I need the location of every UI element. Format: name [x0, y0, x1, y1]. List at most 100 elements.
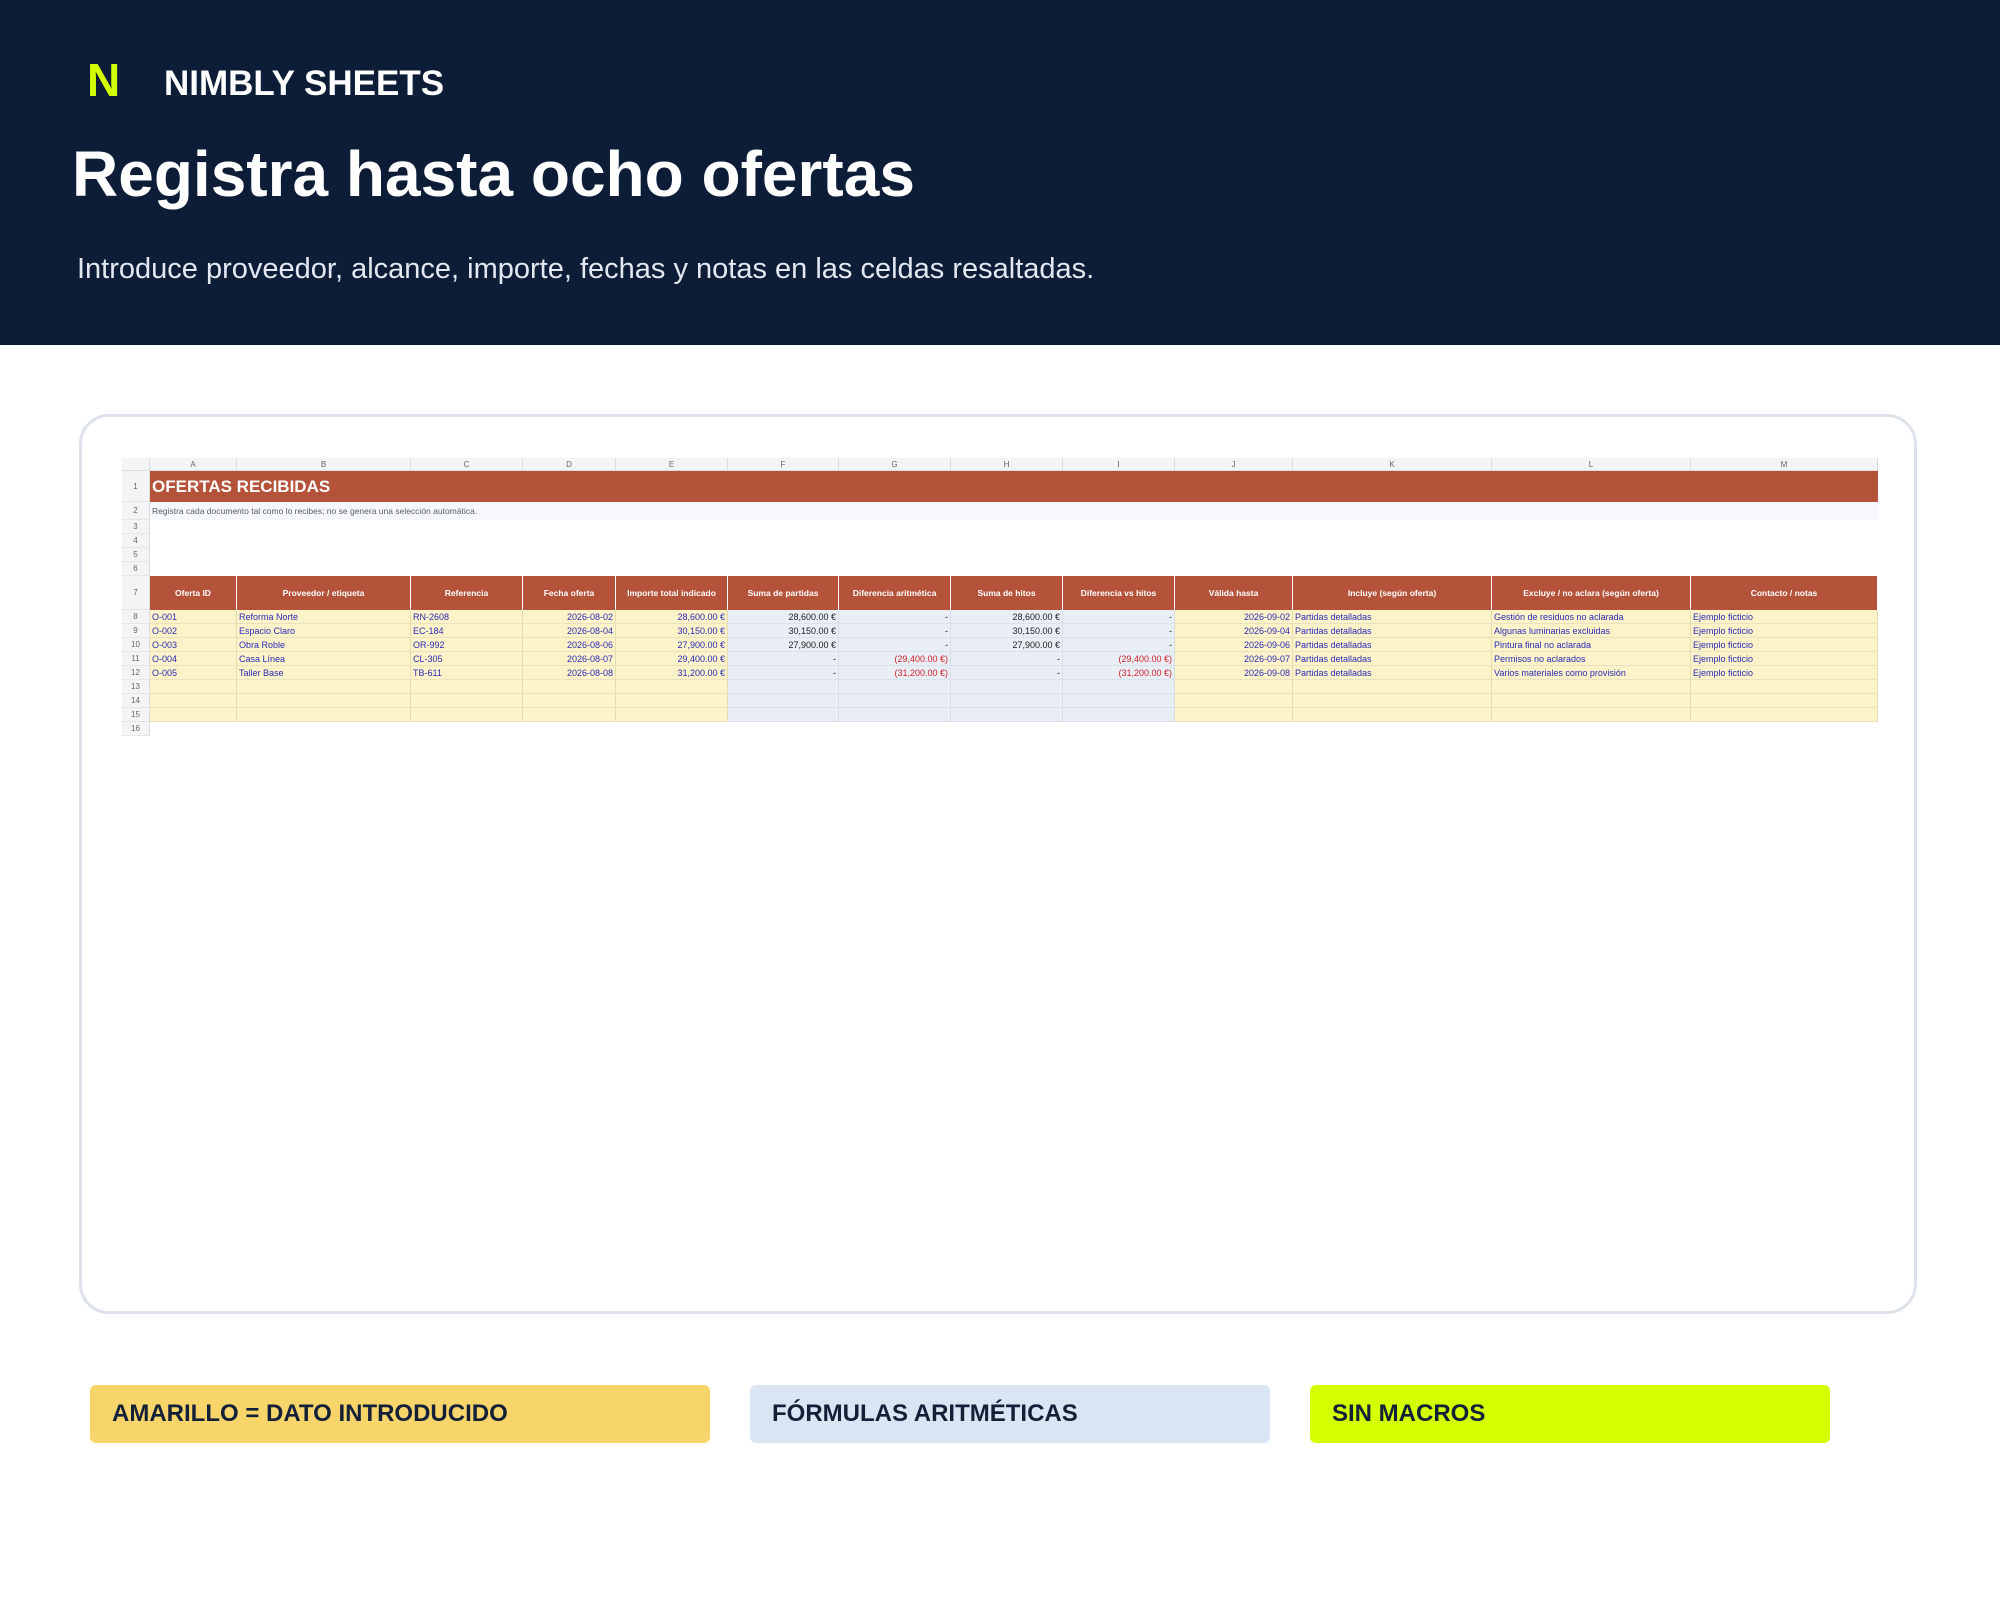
input-cell[interactable]: Pintura final no aclarada	[1492, 638, 1691, 652]
input-cell[interactable]: O-002	[150, 624, 237, 638]
input-cell[interactable]	[616, 680, 728, 694]
row-number[interactable]: 12	[122, 666, 150, 680]
row-number[interactable]: 1	[122, 471, 150, 502]
input-cell[interactable]	[1293, 694, 1492, 708]
input-cell[interactable]: 30,150.00 €	[616, 624, 728, 638]
input-cell[interactable]: Gestión de residuos no aclarada	[1492, 610, 1691, 624]
input-cell[interactable]: Ejemplo ficticio	[1691, 624, 1878, 638]
input-cell[interactable]	[523, 694, 616, 708]
row-number[interactable]: 10	[122, 638, 150, 652]
input-cell[interactable]: Casa Línea	[237, 652, 411, 666]
input-cell[interactable]: 2026-09-07	[1175, 652, 1293, 666]
input-cell[interactable]	[1691, 708, 1878, 722]
row-number[interactable]: 5	[122, 548, 150, 562]
input-cell[interactable]: 2026-09-08	[1175, 666, 1293, 680]
input-cell[interactable]: 29,400.00 €	[616, 652, 728, 666]
input-cell[interactable]: Partidas detalladas	[1293, 638, 1492, 652]
input-cell[interactable]	[411, 680, 523, 694]
input-cell[interactable]: 2026-09-04	[1175, 624, 1293, 638]
row-number[interactable]: 15	[122, 708, 150, 722]
input-cell[interactable]: Taller Base	[237, 666, 411, 680]
input-cell[interactable]	[1175, 680, 1293, 694]
row-number[interactable]: 4	[122, 534, 150, 548]
row-number[interactable]: 11	[122, 652, 150, 666]
column-header[interactable]: J	[1175, 458, 1293, 471]
input-cell[interactable]: Varios materiales como provisión	[1492, 666, 1691, 680]
input-cell[interactable]	[616, 708, 728, 722]
input-cell[interactable]: O-005	[150, 666, 237, 680]
input-cell[interactable]: 2026-09-06	[1175, 638, 1293, 652]
input-cell[interactable]: Espacio Claro	[237, 624, 411, 638]
column-header[interactable]: A	[150, 458, 237, 471]
input-cell[interactable]: 2026-08-08	[523, 666, 616, 680]
row-number[interactable]: 9	[122, 624, 150, 638]
input-cell[interactable]: O-001	[150, 610, 237, 624]
column-header[interactable]: M	[1691, 458, 1878, 471]
input-cell[interactable]	[523, 680, 616, 694]
input-cell[interactable]	[1492, 708, 1691, 722]
input-cell[interactable]: 27,900.00 €	[616, 638, 728, 652]
column-header[interactable]: I	[1063, 458, 1175, 471]
input-cell[interactable]	[616, 694, 728, 708]
input-cell[interactable]: EC-184	[411, 624, 523, 638]
row-number[interactable]: 8	[122, 610, 150, 624]
input-cell[interactable]: 28,600.00 €	[616, 610, 728, 624]
input-cell[interactable]: Partidas detalladas	[1293, 652, 1492, 666]
input-cell[interactable]	[1492, 694, 1691, 708]
input-cell[interactable]	[1175, 708, 1293, 722]
input-cell[interactable]: Partidas detalladas	[1293, 624, 1492, 638]
input-cell[interactable]	[150, 708, 237, 722]
input-cell[interactable]	[237, 708, 411, 722]
input-cell[interactable]	[411, 694, 523, 708]
input-cell[interactable]: Partidas detalladas	[1293, 666, 1492, 680]
input-cell[interactable]: Ejemplo ficticio	[1691, 638, 1878, 652]
input-cell[interactable]: 31,200.00 €	[616, 666, 728, 680]
row-number[interactable]: 3	[122, 520, 150, 534]
input-cell[interactable]	[237, 694, 411, 708]
column-header[interactable]: D	[523, 458, 616, 471]
input-cell[interactable]	[523, 708, 616, 722]
input-cell[interactable]: CL-305	[411, 652, 523, 666]
input-cell[interactable]: Obra Roble	[237, 638, 411, 652]
input-cell[interactable]	[1691, 694, 1878, 708]
input-cell[interactable]: O-004	[150, 652, 237, 666]
input-cell[interactable]: 2026-08-06	[523, 638, 616, 652]
input-cell[interactable]	[1492, 680, 1691, 694]
input-cell[interactable]	[1175, 694, 1293, 708]
row-number[interactable]: 13	[122, 680, 150, 694]
input-cell[interactable]	[1293, 708, 1492, 722]
row-number[interactable]: 14	[122, 694, 150, 708]
input-cell[interactable]: TB-611	[411, 666, 523, 680]
input-cell[interactable]: Reforma Norte	[237, 610, 411, 624]
row-number[interactable]: 7	[122, 576, 150, 610]
input-cell[interactable]: OR-992	[411, 638, 523, 652]
row-number[interactable]: 2	[122, 502, 150, 520]
input-cell[interactable]: 2026-09-02	[1175, 610, 1293, 624]
column-header[interactable]: K	[1293, 458, 1492, 471]
input-cell[interactable]: Permisos no aclarados	[1492, 652, 1691, 666]
input-cell[interactable]	[150, 680, 237, 694]
row-number[interactable]: 6	[122, 562, 150, 576]
input-cell[interactable]	[237, 680, 411, 694]
input-cell[interactable]: 2026-08-04	[523, 624, 616, 638]
input-cell[interactable]	[1293, 680, 1492, 694]
input-cell[interactable]	[1691, 680, 1878, 694]
column-header[interactable]: B	[237, 458, 411, 471]
column-header[interactable]: E	[616, 458, 728, 471]
column-header[interactable]: G	[839, 458, 951, 471]
input-cell[interactable]: Algunas luminarias excluidas	[1492, 624, 1691, 638]
column-header[interactable]: F	[728, 458, 839, 471]
input-cell[interactable]: O-003	[150, 638, 237, 652]
input-cell[interactable]	[150, 694, 237, 708]
column-header[interactable]: C	[411, 458, 523, 471]
input-cell[interactable]: Ejemplo ficticio	[1691, 652, 1878, 666]
input-cell[interactable]: Ejemplo ficticio	[1691, 666, 1878, 680]
input-cell[interactable]: 2026-08-02	[523, 610, 616, 624]
input-cell[interactable]: Ejemplo ficticio	[1691, 610, 1878, 624]
input-cell[interactable]: Partidas detalladas	[1293, 610, 1492, 624]
input-cell[interactable]: 2026-08-07	[523, 652, 616, 666]
row-number[interactable]: 16	[122, 722, 150, 736]
column-header[interactable]: L	[1492, 458, 1691, 471]
column-header[interactable]: H	[951, 458, 1063, 471]
input-cell[interactable]: RN-2608	[411, 610, 523, 624]
